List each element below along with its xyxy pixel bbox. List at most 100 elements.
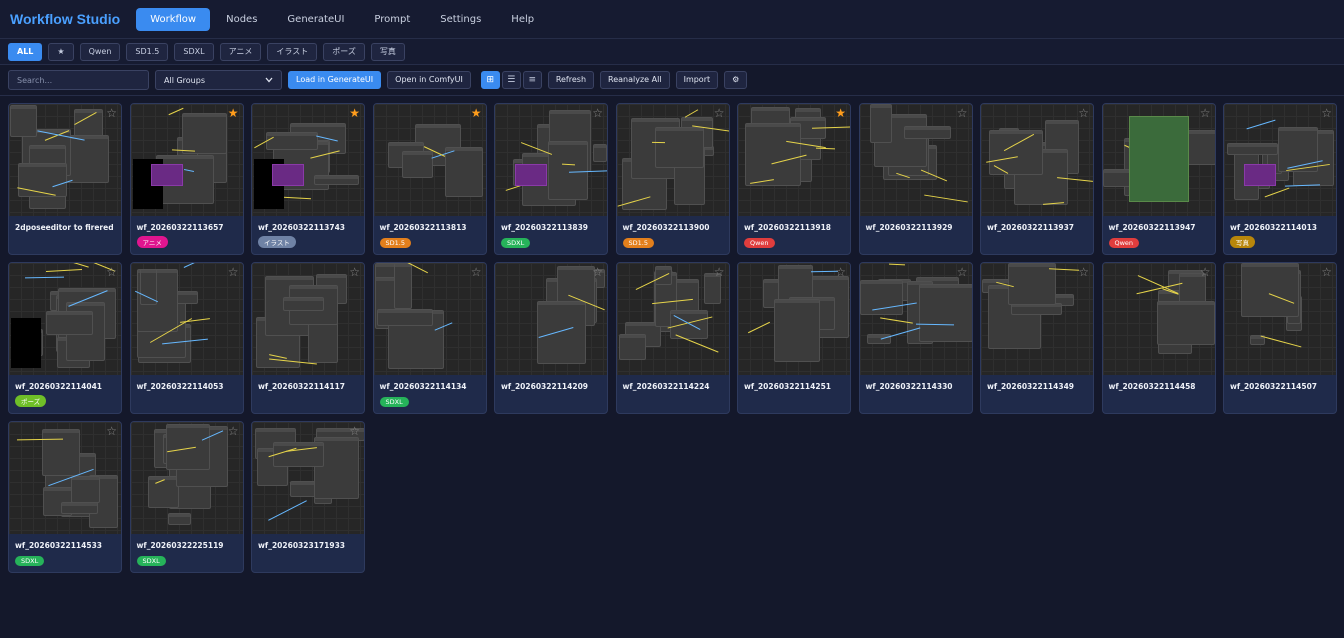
nav-prompt[interactable]: Prompt — [360, 8, 424, 31]
workflow-card[interactable]: ☆ wf_20260322113900 SD1.5 — [615, 103, 730, 255]
star-icon[interactable]: ★ — [835, 107, 846, 119]
star-icon[interactable]: ☆ — [349, 425, 360, 437]
tag-badge: SDXL — [379, 397, 409, 407]
star-icon[interactable]: ☆ — [1078, 107, 1089, 119]
tag-filter-sdxl[interactable]: SDXL — [174, 42, 214, 61]
workflow-card[interactable]: ☆ wf_20260322114053 — [129, 262, 244, 414]
refresh-button[interactable]: Refresh — [547, 71, 595, 89]
nav-help[interactable]: Help — [497, 8, 548, 31]
tag-filter-photo[interactable]: 写真 — [370, 42, 405, 61]
workflow-card[interactable]: ☆ wf_20260322114533 SDXL — [8, 421, 122, 573]
workflow-card[interactable]: ☆ wf_20260322114330 — [858, 262, 973, 414]
star-icon[interactable]: ☆ — [106, 107, 117, 119]
tag-filter-sd15[interactable]: SD1.5 — [126, 42, 169, 61]
tag-filter-anime[interactable]: アニメ — [219, 42, 262, 61]
import-button[interactable]: Import — [675, 71, 719, 89]
star-icon[interactable]: ☆ — [1200, 266, 1211, 278]
star-icon[interactable]: ★ — [228, 107, 239, 119]
graph-node — [376, 309, 433, 326]
workflow-card[interactable]: ☆ wf_20260322114117 — [251, 262, 365, 414]
workflow-card[interactable]: ☆ wf_20260322114134 SDXL — [372, 262, 487, 414]
workflow-card[interactable]: ☆ 2dposeeditor to firered — [8, 103, 122, 255]
graph-link — [45, 269, 83, 272]
nav-nodes[interactable]: Nodes — [212, 8, 271, 31]
tag-badge: Qwen — [744, 238, 775, 248]
star-icon[interactable]: ☆ — [1321, 107, 1332, 119]
workflow-card[interactable]: ★ wf_20260322113813 SD1.5 — [372, 103, 487, 255]
workflow-card[interactable]: ☆ wf_20260322114041 ポーズ — [8, 262, 122, 414]
star-icon[interactable]: ☆ — [228, 266, 239, 278]
workflow-card[interactable]: ☆ wf_20260322114209 — [494, 262, 608, 414]
graph-node — [593, 144, 607, 162]
workflow-card[interactable]: ☆ wf_20260322225119 SDXL — [129, 421, 244, 573]
star-icon[interactable]: ☆ — [349, 266, 360, 278]
gear-icon[interactable]: ⚙ — [724, 71, 748, 89]
star-icon[interactable]: ☆ — [1321, 266, 1332, 278]
workflow-card[interactable]: ★ wf_20260322113657 アニメ — [129, 103, 244, 255]
workflow-card[interactable]: ☆ wf_20260322114507 — [1223, 262, 1337, 414]
workflow-card[interactable]: ☆ wf_20260322113947 Qwen — [1101, 103, 1216, 255]
star-icon[interactable]: ★ — [349, 107, 360, 119]
tag-filter-qwen[interactable]: Qwen — [79, 42, 121, 61]
graph-link — [268, 500, 307, 521]
group-node — [150, 164, 183, 186]
tag-badge: ポーズ — [15, 395, 47, 407]
workflow-thumbnail: ☆ — [616, 263, 729, 375]
star-icon[interactable]: ☆ — [835, 266, 846, 278]
star-icon[interactable]: ☆ — [592, 266, 603, 278]
workflow-thumbnail: ★ — [738, 104, 850, 216]
workflow-card[interactable]: ☆ wf_20260322113937 — [980, 103, 1094, 255]
workflow-thumbnail: ☆ — [9, 104, 121, 216]
star-icon[interactable]: ★ — [471, 107, 482, 119]
workflow-thumbnail: ☆ — [9, 263, 121, 375]
search-input[interactable] — [8, 70, 149, 90]
workflow-card[interactable]: ★ wf_20260322113743 イラスト — [251, 103, 365, 255]
workflow-card[interactable]: ☆ wf_20260322113929 — [858, 103, 973, 255]
open-comfyui-button[interactable]: Open in ComfyUI — [387, 71, 471, 89]
star-icon[interactable]: ☆ — [957, 266, 968, 278]
workflow-name: wf_20260322114209 — [501, 382, 589, 391]
nav-workflow[interactable]: Workflow — [136, 7, 211, 31]
list-view-icon[interactable]: ☰ — [501, 71, 521, 89]
workflow-thumbnail: ☆ — [495, 263, 607, 375]
star-icon[interactable]: ☆ — [1200, 107, 1211, 119]
star-icon[interactable]: ☆ — [1078, 266, 1089, 278]
tag-badge: SDXL — [15, 556, 45, 566]
workflow-card[interactable]: ☆ wf_20260322114349 — [980, 262, 1094, 414]
nav-settings[interactable]: Settings — [426, 8, 495, 31]
workflow-name: wf_20260322114053 — [136, 382, 224, 391]
star-icon[interactable]: ☆ — [714, 266, 725, 278]
workflow-thumbnail: ★ — [252, 104, 364, 216]
compact-view-icon[interactable]: ≡ — [522, 71, 542, 89]
workflow-name: wf_20260322114134 — [379, 382, 467, 391]
workflow-card[interactable]: ☆ wf_20260322114224 — [615, 262, 730, 414]
star-icon[interactable]: ☆ — [471, 266, 482, 278]
workflow-card[interactable]: ☆ wf_20260323171933 — [251, 421, 365, 573]
group-select[interactable]: All Groups — [155, 70, 282, 90]
graph-node — [314, 175, 359, 185]
grid-view-icon[interactable]: ⊞ — [480, 71, 500, 89]
workflow-card[interactable]: ☆ wf_20260322113839 SDXL — [494, 103, 608, 255]
tag-filter-illust[interactable]: イラスト — [267, 42, 318, 61]
load-generateui-button[interactable]: Load in GenerateUI — [288, 71, 382, 89]
tag-badge: SDXL — [501, 238, 531, 248]
star-icon[interactable]: ☆ — [957, 107, 968, 119]
star-icon[interactable]: ☆ — [714, 107, 725, 119]
nav-generateui[interactable]: GenerateUI — [273, 8, 358, 31]
star-icon[interactable]: ☆ — [228, 425, 239, 437]
workflow-name: wf_20260322114117 — [258, 382, 346, 391]
workflow-card[interactable]: ☆ wf_20260322114251 — [737, 262, 851, 414]
tag-filter-starred[interactable]: ★ — [48, 42, 74, 61]
workflow-card[interactable]: ☆ wf_20260322114458 — [1101, 262, 1216, 414]
graph-link — [811, 126, 850, 129]
star-icon[interactable]: ☆ — [106, 266, 117, 278]
tag-filter-all[interactable]: ALL — [8, 42, 43, 61]
workflow-card[interactable]: ★ wf_20260322113918 Qwen — [737, 103, 851, 255]
reanalyze-all-button[interactable]: Reanalyze All — [600, 71, 670, 89]
star-icon[interactable]: ☆ — [592, 107, 603, 119]
workflow-thumbnail: ☆ — [738, 263, 850, 375]
workflow-card[interactable]: ☆ wf_20260322114013 写真 — [1223, 103, 1337, 255]
tag-filter-pose[interactable]: ポーズ — [323, 42, 365, 61]
star-icon[interactable]: ☆ — [106, 425, 117, 437]
graph-node — [774, 299, 820, 362]
